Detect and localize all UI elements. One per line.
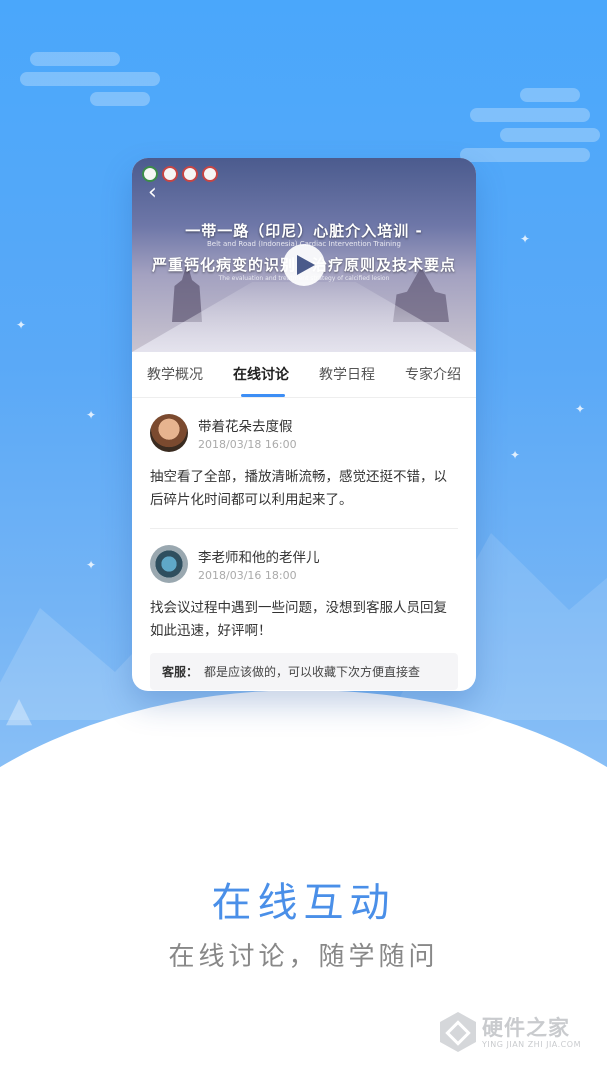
video-title-line1: 一带一路（印尼）心脏介入培训 - <box>185 222 423 240</box>
user-name[interactable]: 带着花朵去度假 <box>198 415 297 435</box>
cloud-decoration <box>20 72 160 86</box>
tab-online-discussion[interactable]: 在线讨论 <box>218 352 304 397</box>
star-icon: ✦ <box>16 318 27 332</box>
logo-icon <box>202 166 218 182</box>
chevron-left-icon[interactable]: ‹ <box>148 182 157 204</box>
tab-overview[interactable]: 教学概况 <box>132 352 218 397</box>
cloud-decoration <box>500 128 600 142</box>
tree-icon: ▲ <box>6 690 33 730</box>
cloud-decoration <box>460 148 590 162</box>
avatar[interactable] <box>150 545 188 583</box>
comment-meta: 李老师和他的老伴儿 2018/03/16 18:00 <box>198 546 320 582</box>
reply-text: 都是应该做的，可以收藏下次方便直接查 <box>204 665 421 679</box>
watermark-name: 硬件之家 <box>482 1016 570 1040</box>
play-button[interactable] <box>283 244 325 286</box>
comment-header: 带着花朵去度假 2018/03/18 16:00 <box>150 414 458 452</box>
watermark-logo: 硬件之家 YING JIAN ZHI JIA.COM <box>440 1010 600 1060</box>
cloud-decoration <box>470 108 590 122</box>
logo-icon <box>162 166 178 182</box>
active-tab-indicator <box>241 394 285 397</box>
star-icon: ✦ <box>510 448 521 462</box>
cloud-decoration <box>30 52 120 66</box>
video-player[interactable]: ‹ 一带一路（印尼）心脏介入培训 - Belt and Road (Indone… <box>132 158 476 352</box>
reply-label: 客服： <box>162 665 199 679</box>
star-icon: ✦ <box>575 402 586 416</box>
comment-meta: 带着花朵去度假 2018/03/18 16:00 <box>198 415 297 451</box>
page-subheadline: 在线讨论，随学随问 <box>168 942 439 972</box>
star-icon: ✦ <box>86 558 97 572</box>
comment-body: 抽空看了全部，播放清晰流畅，感觉还挺不错，以后碎片化时间都可以利用起来了。 <box>150 469 447 508</box>
comment-header: 李老师和他的老伴儿 2018/03/16 18:00 <box>150 545 458 583</box>
user-name[interactable]: 李老师和他的老伴儿 <box>198 546 320 566</box>
star-icon: ✦ <box>520 232 531 246</box>
watermark-hex-icon <box>440 1012 476 1052</box>
avatar[interactable] <box>150 414 188 452</box>
star-icon: ✦ <box>86 408 97 422</box>
cloud-decoration <box>520 88 580 102</box>
tab-experts[interactable]: 专家介绍 <box>390 352 476 397</box>
comment-time: 2018/03/18 16:00 <box>198 438 297 451</box>
comment-item: 带着花朵去度假 2018/03/18 16:00 抽空看了全部，播放清晰流畅，感… <box>132 398 476 512</box>
cloud-decoration <box>90 92 150 106</box>
phone-card: ‹ 一带一路（印尼）心脏介入培训 - Belt and Road (Indone… <box>132 158 476 691</box>
service-reply: 客服： 都是应该做的，可以收藏下次方便直接查 <box>150 653 458 690</box>
page-headline: 在线互动 <box>211 880 396 926</box>
logo-icon <box>182 166 198 182</box>
comment-time: 2018/03/16 18:00 <box>198 569 297 582</box>
comment-item: 李老师和他的老伴儿 2018/03/16 18:00 找会议过程中遇到一些问题，… <box>132 529 476 643</box>
tab-bar: 教学概况 在线讨论 教学日程 专家介绍 <box>132 352 476 398</box>
tab-schedule[interactable]: 教学日程 <box>304 352 390 397</box>
comment-body: 找会议过程中遇到一些问题，没想到客服人员回复如此迅速，好评啊！ <box>150 600 447 639</box>
play-icon <box>297 255 315 275</box>
watermark-domain: YING JIAN ZHI JIA.COM <box>482 1040 581 1049</box>
